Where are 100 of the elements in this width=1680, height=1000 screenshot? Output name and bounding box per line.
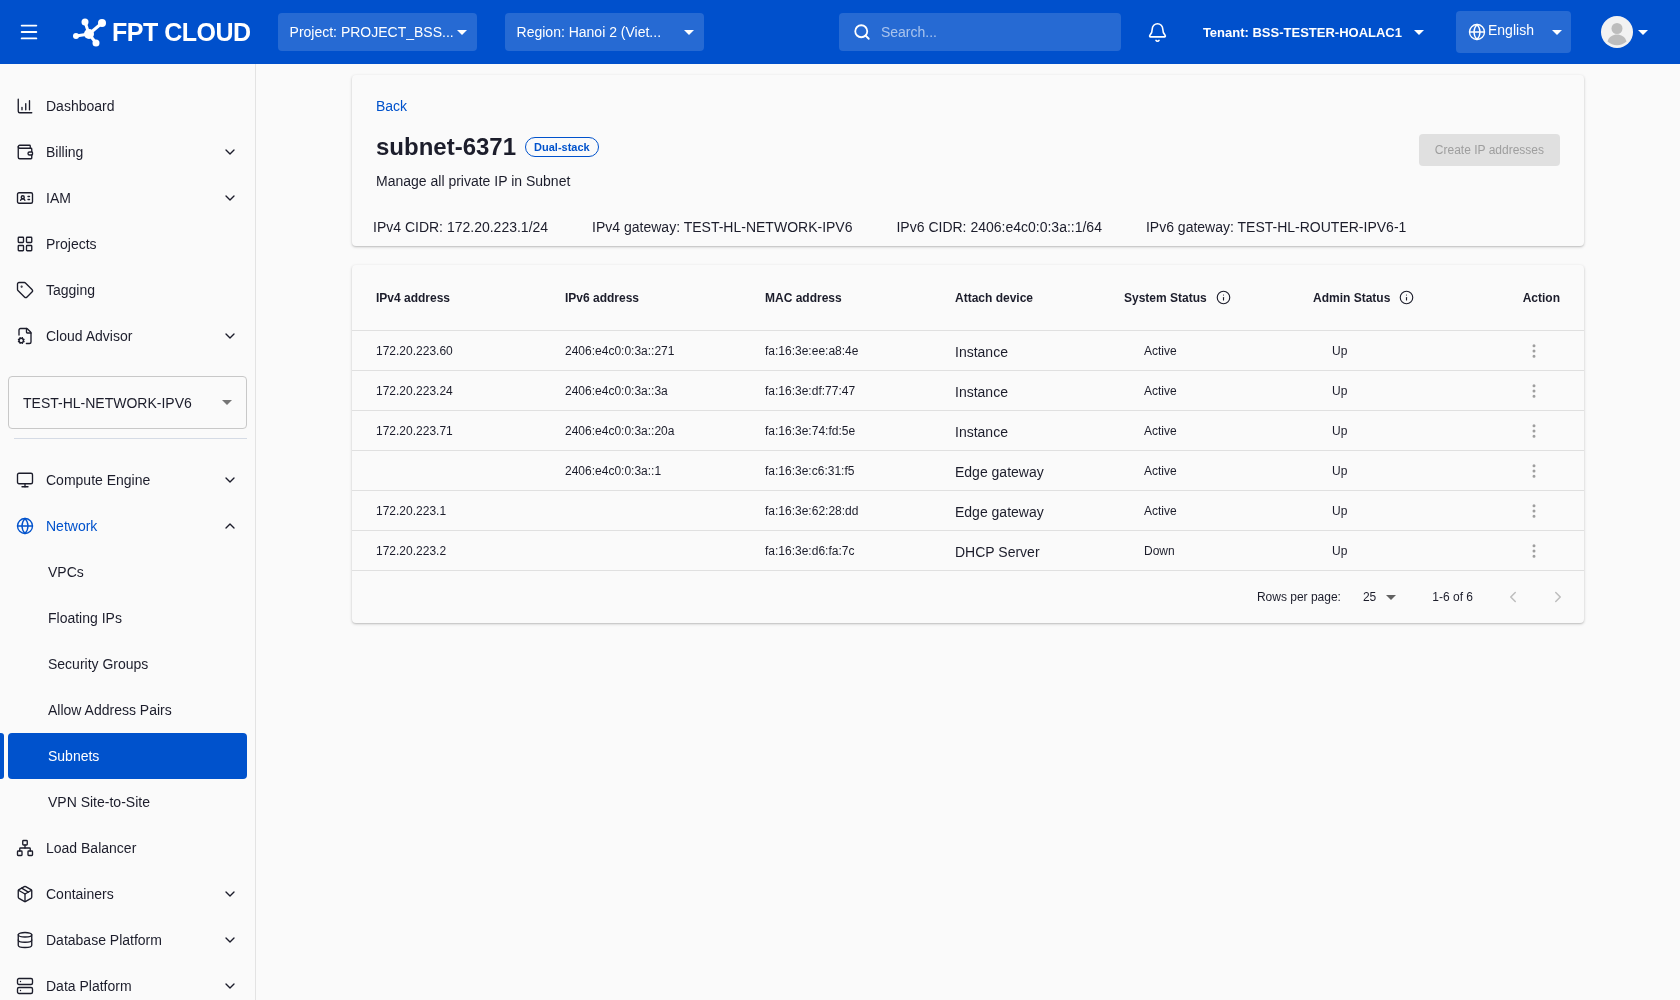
sidebar-item[interactable]: IAM [8,175,247,221]
server-icon [16,977,34,995]
table-cell: DHCP Server [955,544,1040,560]
caret-icon [222,400,232,405]
table-cell: Up [1332,343,1348,358]
subnet-detail-text: IPv4 CIDR: 172.20.223.1/24 [373,218,549,237]
sidebar-item[interactable]: Billing [8,129,247,175]
sidebar-item[interactable]: Projects [8,221,247,267]
region-dropdown[interactable]: Region: Hanoi 2 (Viet... [504,13,704,51]
sidebar-item[interactable]: Data Platform [8,963,247,1000]
network-icon [16,839,34,857]
table-cell: 2406:e4c0:0:3a::20a [565,423,675,438]
table-cell: 172.20.223.1 [376,503,447,518]
monitor-icon [16,471,34,489]
search-field[interactable]: Search... [838,13,1121,51]
table-cell: 2406:e4c0:0:3a::1 [565,463,662,478]
column-header: MAC address [765,290,842,305]
caret-icon [456,29,467,35]
table-cell: fa:16:3e:62:28:dd [765,503,859,518]
table-cell: 172.20.223.71 [376,423,453,438]
bell-icon[interactable] [1146,21,1168,43]
table-cell: 172.20.223.60 [376,343,453,358]
column-header: Attach device [955,290,1034,305]
column-header: Action [1522,290,1560,305]
table-cell: fa:16:3e:74:fd:5e [765,423,856,438]
logo-text: FPT CLOUD [112,17,251,47]
subnet-detail-text: IPv6 gateway: TEST-HL-ROUTER-IPV6-1 [1145,218,1407,237]
table-cell: Active [1144,423,1177,438]
back-link[interactable]: Back [376,98,408,114]
column-header: IPv6 address [565,290,640,305]
table-cell: Active [1144,503,1177,518]
sidebar-subitem[interactable]: Subnets [8,733,247,779]
table-cell: 2406:e4c0:0:3a::3a [565,383,668,398]
rows-per-page-select[interactable]: 25 [1362,588,1397,606]
info-icon[interactable] [1399,290,1415,305]
sidebar-item[interactable]: Tagging [8,267,247,313]
search-icon [852,23,871,41]
bar-chart-icon [16,97,34,115]
sidebar-item[interactable]: Dashboard [8,83,247,129]
table-cell: 2406:e4c0:0:3a::271 [565,343,675,358]
table-cell: Up [1332,503,1348,518]
project-select[interactable]: TEST-HL-NETWORK-IPV6 [8,376,247,429]
subnet-detail-text: IPv4 gateway: TEST-HL-NETWORK-IPV6 [592,218,853,237]
column-header: Admin Status [1313,290,1391,305]
avatar-icon [1601,16,1633,48]
package-icon [16,885,34,903]
sidebar-subitem[interactable]: VPN Site-to-Site [8,779,247,825]
info-icon[interactable] [1215,290,1231,305]
table-cell: Instance [955,384,1008,400]
file-gear-icon [16,327,34,345]
table-cell: Active [1144,463,1177,478]
sidebar-subitem[interactable]: VPCs [8,549,247,595]
rows-per-page-label: Rows per page: [1256,590,1341,604]
column-header: IPv4 address [376,290,451,305]
globe-icon [16,517,34,535]
table-cell: fa:16:3e:c6:31:f5 [765,463,855,478]
sidebar-subitem[interactable]: Floating IPs [8,595,247,641]
table-cell: fa:16:3e:d6:fa:7c [765,543,855,558]
sidebar-item[interactable]: Load Balancer [8,825,247,871]
page-range-text: 1-6 of 6 [1432,590,1473,604]
table-cell: 172.20.223.2 [376,543,447,558]
sidebar-item[interactable]: Network [8,503,247,549]
sidebar-item[interactable]: Cloud Advisor [8,313,247,359]
caret-icon [1638,29,1648,35]
wallet-icon [16,143,34,161]
page-title: subnet-6371 [376,132,517,162]
grid-icon [16,235,34,253]
id-card-icon [16,189,34,207]
account-menu-button[interactable] [1601,16,1648,48]
table-cell: fa:16:3e:df:77:47 [765,383,856,398]
table-cell: Up [1332,463,1348,478]
table-cell: Down [1144,543,1175,558]
table-cell: Up [1332,543,1348,558]
table-cell: fa:16:3e:ee:a8:4e [765,343,859,358]
caret-icon [1386,594,1397,600]
database-icon [16,931,34,949]
globe-icon [1468,23,1486,41]
selection-indicator [0,733,4,779]
sidebar-item[interactable]: Compute Engine [8,457,247,503]
project-dropdown[interactable]: Project: PROJECT_BSS... [277,13,477,51]
table-cell: Active [1144,383,1177,398]
caret-icon [1552,29,1562,35]
table-cell: Instance [955,344,1008,360]
caret-icon [1414,29,1424,35]
sidebar-subitem[interactable]: Security Groups [8,641,247,687]
sidebar-item[interactable]: Containers [8,871,247,917]
search-input[interactable]: Search... [880,20,1109,44]
sidebar-subitem[interactable]: Allow Address Pairs [8,687,247,733]
nodes-logo-icon [72,17,108,47]
page-description: Manage all private IP in Subnet [376,172,572,191]
table-cell: Edge gateway [955,464,1044,480]
table-cell: Up [1332,383,1348,398]
language-selector[interactable]: English [1456,11,1571,53]
table-cell: Up [1332,423,1348,438]
table-cell: Edge gateway [955,504,1044,520]
table-cell: 172.20.223.24 [376,383,453,398]
tenant-selector[interactable]: Tenant: BSS-TESTER-HOALAC1 [1202,24,1424,40]
table-cell: Active [1144,343,1177,358]
sidebar-item[interactable]: Database Platform [8,917,247,963]
table-cell: Instance [955,424,1008,440]
